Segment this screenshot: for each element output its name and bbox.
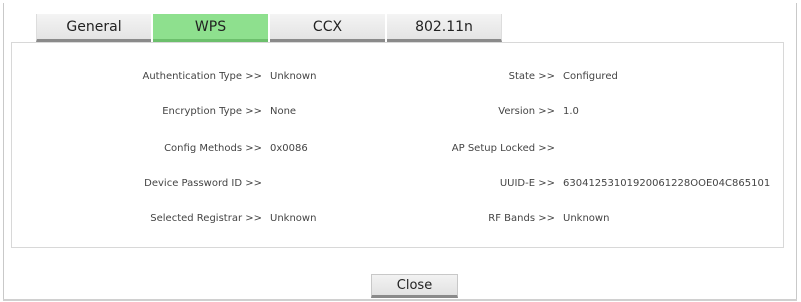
state-value: Configured [563, 71, 618, 82]
bottom-divider [3, 299, 797, 301]
close-button[interactable]: Close [371, 274, 458, 298]
ap-setup-locked-label: AP Setup Locked >> [451, 143, 555, 154]
rf-bands-label: RF Bands >> [488, 213, 555, 224]
auth-type-label: Authentication Type >> [142, 71, 263, 82]
encryption-type-value: None [270, 106, 297, 117]
state-label: State >> [508, 71, 555, 82]
tab-ccx[interactable]: CCX [270, 14, 385, 42]
selected-registrar-label: Selected Registrar >> [150, 213, 262, 224]
device-password-id-label: Device Password ID >> [144, 178, 262, 189]
version-value: 1.0 [563, 106, 579, 117]
config-methods-value: 0x0086 [270, 143, 308, 154]
selected-registrar-value: Unknown [270, 213, 317, 224]
tab-general[interactable]: General [36, 14, 151, 42]
version-label: Version >> [498, 106, 555, 117]
uuid-e-label: UUID-E >> [499, 178, 555, 189]
rf-bands-value: Unknown [563, 213, 610, 224]
auth-type-value: Unknown [270, 71, 317, 82]
wps-info-panel: Authentication Type >> Unknown Encryptio… [11, 42, 784, 248]
tab-802-11n[interactable]: 802.11n [387, 14, 502, 42]
uuid-e-value: 63041253101920061228OOE04C865101 [563, 178, 771, 189]
config-methods-label: Config Methods >> [164, 143, 262, 154]
tab-wps[interactable]: WPS [153, 14, 268, 42]
encryption-type-label: Encryption Type >> [162, 106, 262, 117]
tab-bar: General WPS CCX 802.11n [36, 14, 502, 42]
